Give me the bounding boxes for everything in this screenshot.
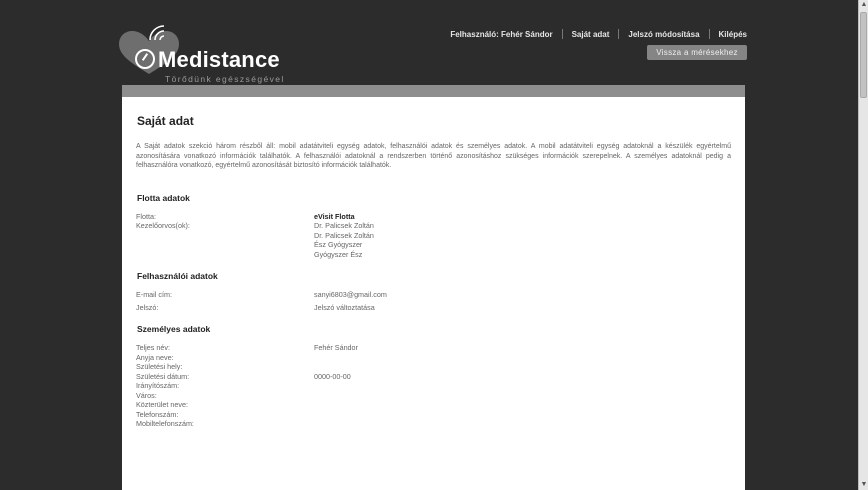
personal-label: Irányítószám:	[136, 381, 180, 390]
doctor-item: Dr. Palicsek Zoltán	[314, 230, 374, 240]
brand-name: Medistance	[158, 47, 280, 72]
change-password-link[interactable]: Jelszó változtatása	[314, 303, 375, 313]
fleet-section-title: Flotta adatok	[137, 192, 190, 203]
doctors-label: Kezelőorvos(ok):	[136, 221, 190, 230]
top-navigation: Felhasználó: Fehér Sándor Saját adat Jel…	[450, 29, 747, 39]
scroll-thumb[interactable]	[860, 12, 867, 98]
doctor-item: Dr. Palicsek Zoltán	[314, 221, 374, 230]
fleet-label: Flotta:	[136, 211, 156, 221]
scroll-down-icon[interactable]: ▼	[859, 480, 868, 490]
brand-tagline: Törődünk egészségével	[165, 74, 285, 84]
personal-row: Születési dátum: 0000-00-00	[136, 372, 731, 382]
email-row: E-mail cím: sanyi6803@gmail.com	[136, 290, 731, 300]
scroll-up-icon[interactable]: ▲	[859, 0, 868, 10]
personal-row: Teljes név: Fehér Sándor	[136, 343, 731, 353]
password-label: Jelszó:	[136, 302, 159, 312]
nav-logout-link[interactable]: Kilépés	[719, 30, 747, 39]
personal-label: Anyja neve:	[136, 352, 174, 362]
personal-row: Anyja neve:	[136, 353, 731, 363]
personal-label: Közterület neve:	[136, 400, 188, 409]
header: Medistance Törődünk egészségével Felhasz…	[0, 0, 858, 86]
personal-rows: Teljes név: Fehér Sándor Anyja neve: Szü…	[136, 343, 731, 429]
nav-divider	[618, 29, 620, 39]
user-section-title: Felhasználói adatok	[137, 271, 218, 281]
medistance-logo[interactable]: Medistance Törődünk egészségével	[117, 22, 307, 92]
personal-label: Mobiltelefonszám:	[136, 419, 194, 428]
page-title: Saját adat	[137, 114, 194, 128]
panel-header-band	[122, 85, 745, 97]
back-to-measurements-button[interactable]: Vissza a mérésekhez	[647, 45, 747, 60]
doctors-row: Kezelőorvos(ok): Dr. Palicsek Zoltán Dr.…	[136, 221, 731, 259]
email-value: sanyi6803@gmail.com	[314, 290, 387, 299]
panel-content: Saját adat A Saját adatok szekció három …	[122, 97, 745, 429]
email-label: E-mail cím:	[136, 290, 172, 299]
doctor-item: Gyógyszer Ész	[314, 249, 363, 259]
personal-label: Telefonszám:	[136, 409, 179, 419]
clock-mark-icon	[135, 49, 155, 69]
main-panel: Saját adat A Saját adatok szekció három …	[122, 85, 745, 490]
nav-own-data-link[interactable]: Saját adat	[572, 30, 610, 39]
signal-icon	[149, 25, 165, 41]
nav-change-password-link[interactable]: Jelszó módosítása	[628, 30, 699, 39]
personal-value: 0000-00-00	[314, 371, 351, 381]
personal-label: Teljes név:	[136, 343, 170, 352]
personal-label: Város:	[136, 390, 157, 400]
fleet-row: Flotta: eVisit Flotta	[136, 212, 731, 222]
nav-divider	[561, 29, 563, 39]
personal-label: Születési hely:	[136, 362, 183, 371]
personal-row: Telefonszám:	[136, 410, 731, 420]
personal-row: Mobiltelefonszám:	[136, 419, 731, 429]
doctor-item: Ész Gyógyszer	[314, 240, 363, 249]
doctors-list: Dr. Palicsek Zoltán Dr. Palicsek Zoltán …	[314, 221, 374, 259]
fleet-value: eVisit Flotta	[314, 211, 355, 221]
personal-row: Születési hely:	[136, 362, 731, 372]
nav-user: Felhasználó: Fehér Sándor	[450, 29, 553, 39]
personal-row: Város:	[136, 391, 731, 401]
intro-text: A Saját adatok szekció három részből áll…	[136, 143, 731, 169]
nav-divider	[708, 29, 710, 39]
password-row: Jelszó: Jelszó változtatása	[136, 303, 731, 313]
personal-value: Fehér Sándor	[314, 343, 358, 352]
personal-section-title: Személyes adatok	[137, 324, 211, 334]
personal-row: Közterület neve:	[136, 400, 731, 410]
personal-row: Irányítószám:	[136, 381, 731, 391]
personal-label: Születési dátum:	[136, 371, 190, 381]
page-scrollbar[interactable]: ▲ ▼	[858, 0, 868, 490]
